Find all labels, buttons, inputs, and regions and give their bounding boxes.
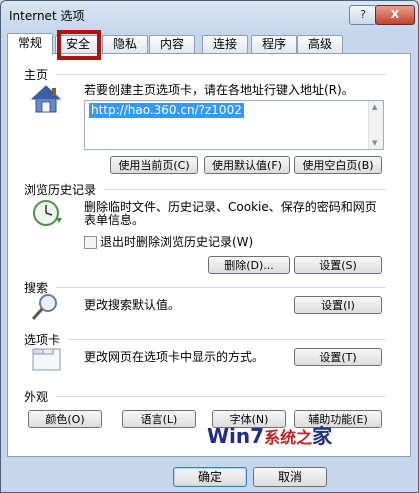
tabs-description: 更改网页在选项卡中显示的方式。 — [84, 350, 265, 364]
history-description-line1: 删除临时文件、历史记录、Cookie、保存的密码和网页 — [84, 200, 377, 214]
history-settings-button[interactable]: 设置(S) — [294, 256, 382, 274]
home-icon — [30, 84, 62, 117]
homepage-url-textarea[interactable]: http://hao.360.cn/?z1002 ▲ ▼ — [84, 100, 384, 150]
tab-programs[interactable]: 程序 — [251, 35, 297, 53]
search-settings-button[interactable]: 设置(I) — [294, 296, 382, 314]
use-blank-button[interactable]: 使用空白页(B) — [294, 156, 382, 174]
history-divider — [104, 189, 386, 190]
homepage-url-text: http://hao.360.cn/?z1002 — [89, 103, 244, 118]
cancel-button[interactable]: 取消 — [253, 467, 327, 487]
history-clock-icon — [30, 198, 64, 231]
watermark-win7: Win7 — [207, 424, 265, 448]
homepage-divider — [56, 74, 386, 75]
homepage-instruction: 若要创建主页选项卡，请在各地址行键入地址(R)。 — [84, 83, 354, 97]
watermark-system: 系统之 — [264, 428, 313, 447]
appearance-divider — [56, 396, 386, 397]
magnifier-icon — [30, 292, 60, 325]
ok-button[interactable]: 确定 — [173, 467, 247, 487]
tabs-window-icon — [32, 346, 62, 375]
tab-connections[interactable]: 连接 — [202, 35, 248, 53]
watermark-logo: Win7系统之家 — [207, 413, 417, 459]
scroll-up-icon[interactable]: ▲ — [372, 103, 377, 111]
homepage-scrollbar[interactable]: ▲ ▼ — [368, 101, 383, 149]
delete-on-exit-label: 退出时删除浏览历史记录(W) — [100, 235, 254, 249]
scroll-down-icon[interactable]: ▼ — [372, 139, 377, 147]
tab-content[interactable]: 内容 — [149, 35, 195, 53]
close-button[interactable]: X — [375, 5, 415, 25]
history-description-line2: 表单信息。 — [84, 213, 145, 227]
appearance-section-title: 外观 — [24, 390, 49, 404]
search-divider — [56, 287, 386, 288]
history-section-title: 浏览历史记录 — [24, 183, 97, 197]
watermark-home: 家 — [312, 424, 333, 448]
security-tab-highlight — [57, 30, 101, 60]
tab-advanced[interactable]: 高级 — [297, 35, 343, 53]
delete-on-exit-checkbox[interactable] — [84, 236, 97, 249]
internet-options-window: Internet 选项 ? X 常规 安全 隐私 内容 连接 程序 高级 主页 … — [0, 0, 419, 493]
search-description: 更改搜索默认值。 — [84, 298, 181, 312]
window-title: Internet 选项 — [9, 9, 85, 23]
tabs-settings-button[interactable]: 设置(T) — [294, 348, 382, 366]
homepage-section-title: 主页 — [24, 68, 49, 82]
languages-button[interactable]: 语言(L) — [122, 410, 196, 428]
colors-button[interactable]: 颜色(O) — [28, 410, 102, 428]
tabs-divider — [68, 339, 386, 340]
tab-general[interactable]: 常规 — [7, 33, 53, 55]
use-current-page-button[interactable]: 使用当前页(C) — [110, 156, 198, 174]
delete-history-button[interactable]: 删除(D)... — [208, 256, 290, 274]
tab-privacy[interactable]: 隐私 — [102, 35, 148, 53]
use-default-button[interactable]: 使用默认值(F) — [204, 156, 290, 174]
general-tab-panel: 主页 若要创建主页选项卡，请在各地址行键入地址(R)。 http://hao.3… — [7, 53, 411, 457]
help-button[interactable]: ? — [349, 5, 377, 25]
